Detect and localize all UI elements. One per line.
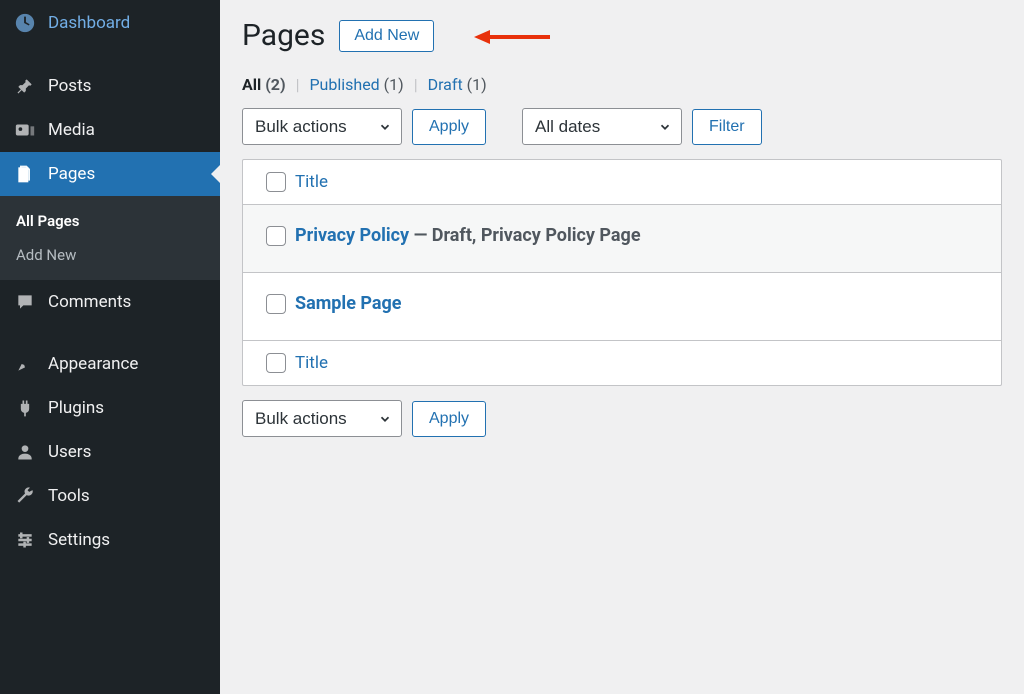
bulk-actions-select-bottom[interactable]: Bulk actions — [242, 400, 402, 437]
sidebar-item-tools[interactable]: Tools — [0, 474, 220, 518]
table-header-row: Title — [243, 160, 1001, 205]
menu-label: Users — [48, 442, 91, 462]
filter-button[interactable]: Filter — [692, 109, 762, 145]
row-title-link[interactable]: Sample Page — [295, 293, 402, 314]
pin-icon — [12, 76, 38, 96]
menu-label: Comments — [48, 292, 131, 312]
sidebar-item-posts[interactable]: Posts — [0, 64, 220, 108]
filter-all[interactable]: All (2) — [242, 75, 286, 94]
dates-dropdown[interactable]: All dates — [522, 108, 682, 145]
table-footer-row: Title — [243, 341, 1001, 385]
apply-button-top[interactable]: Apply — [412, 109, 486, 145]
sidebar-item-pages[interactable]: Pages — [0, 152, 220, 196]
filter-draft[interactable]: Draft (1) — [428, 75, 487, 94]
table-row: Privacy Policy — Draft, Privacy Policy P… — [243, 205, 1001, 273]
bulk-actions-dropdown-bottom[interactable]: Bulk actions — [242, 400, 402, 437]
status-filters: All (2) | Published (1) | Draft (1) — [242, 75, 1002, 94]
menu-label: Media — [48, 120, 95, 140]
plugins-icon — [12, 398, 38, 418]
column-header-title[interactable]: Title — [295, 172, 328, 192]
pages-table: Title Privacy Policy — Draft, Privacy Po… — [242, 159, 1002, 386]
select-all-checkbox-bottom[interactable] — [266, 353, 286, 373]
main-content: Pages Add New All (2) | Published (1) | … — [220, 0, 1024, 694]
sidebar-item-plugins[interactable]: Plugins — [0, 386, 220, 430]
row-checkbox[interactable] — [266, 294, 286, 314]
menu-label: Plugins — [48, 398, 104, 418]
users-icon — [12, 442, 38, 462]
annotation-arrow-header — [472, 26, 552, 48]
pages-icon — [12, 164, 38, 184]
table-row: Sample Page — [243, 273, 1001, 341]
admin-sidebar: Dashboard Posts Media Pages All Pages Ad… — [0, 0, 220, 694]
sidebar-item-appearance[interactable]: Appearance — [0, 342, 220, 386]
row-title-link[interactable]: Privacy Policy — [295, 225, 409, 246]
row-status-suffix: — Draft, Privacy Policy Page — [409, 225, 640, 246]
menu-label: Tools — [48, 486, 90, 506]
sidebar-item-dashboard[interactable]: Dashboard — [0, 0, 220, 46]
submenu-item-all-pages[interactable]: All Pages — [0, 204, 220, 238]
menu-label: Posts — [48, 76, 91, 96]
apply-button-bottom[interactable]: Apply — [412, 401, 486, 437]
bulk-actions-dropdown[interactable]: Bulk actions — [242, 108, 402, 145]
bulk-actions-select[interactable]: Bulk actions — [242, 108, 402, 145]
tools-icon — [12, 486, 38, 506]
add-new-button[interactable]: Add New — [339, 20, 434, 52]
menu-label: Pages — [48, 164, 95, 184]
menu-label: Dashboard — [48, 13, 130, 33]
submenu-item-add-new[interactable]: Add New — [0, 238, 220, 272]
media-icon — [12, 120, 38, 140]
tablenav-bottom: Bulk actions Apply — [242, 400, 1002, 437]
row-checkbox[interactable] — [266, 226, 286, 246]
sidebar-item-users[interactable]: Users — [0, 430, 220, 474]
page-header: Pages Add New — [242, 18, 1002, 53]
column-footer-title[interactable]: Title — [295, 353, 328, 373]
dates-select[interactable]: All dates — [522, 108, 682, 145]
page-title: Pages — [242, 18, 325, 53]
tablenav-top: Bulk actions Apply All dates Filter — [242, 108, 1002, 145]
sidebar-item-media[interactable]: Media — [0, 108, 220, 152]
sidebar-item-settings[interactable]: Settings — [0, 518, 220, 562]
sidebar-submenu-pages: All Pages Add New — [0, 196, 220, 280]
select-all-checkbox-top[interactable] — [266, 172, 286, 192]
appearance-icon — [12, 354, 38, 374]
sidebar-item-comments[interactable]: Comments — [0, 280, 220, 324]
filter-published[interactable]: Published (1) — [309, 75, 403, 94]
menu-label: Settings — [48, 530, 110, 550]
dashboard-icon — [12, 12, 38, 34]
menu-label: Appearance — [48, 354, 138, 374]
comment-icon — [12, 292, 38, 312]
settings-icon — [12, 530, 38, 550]
